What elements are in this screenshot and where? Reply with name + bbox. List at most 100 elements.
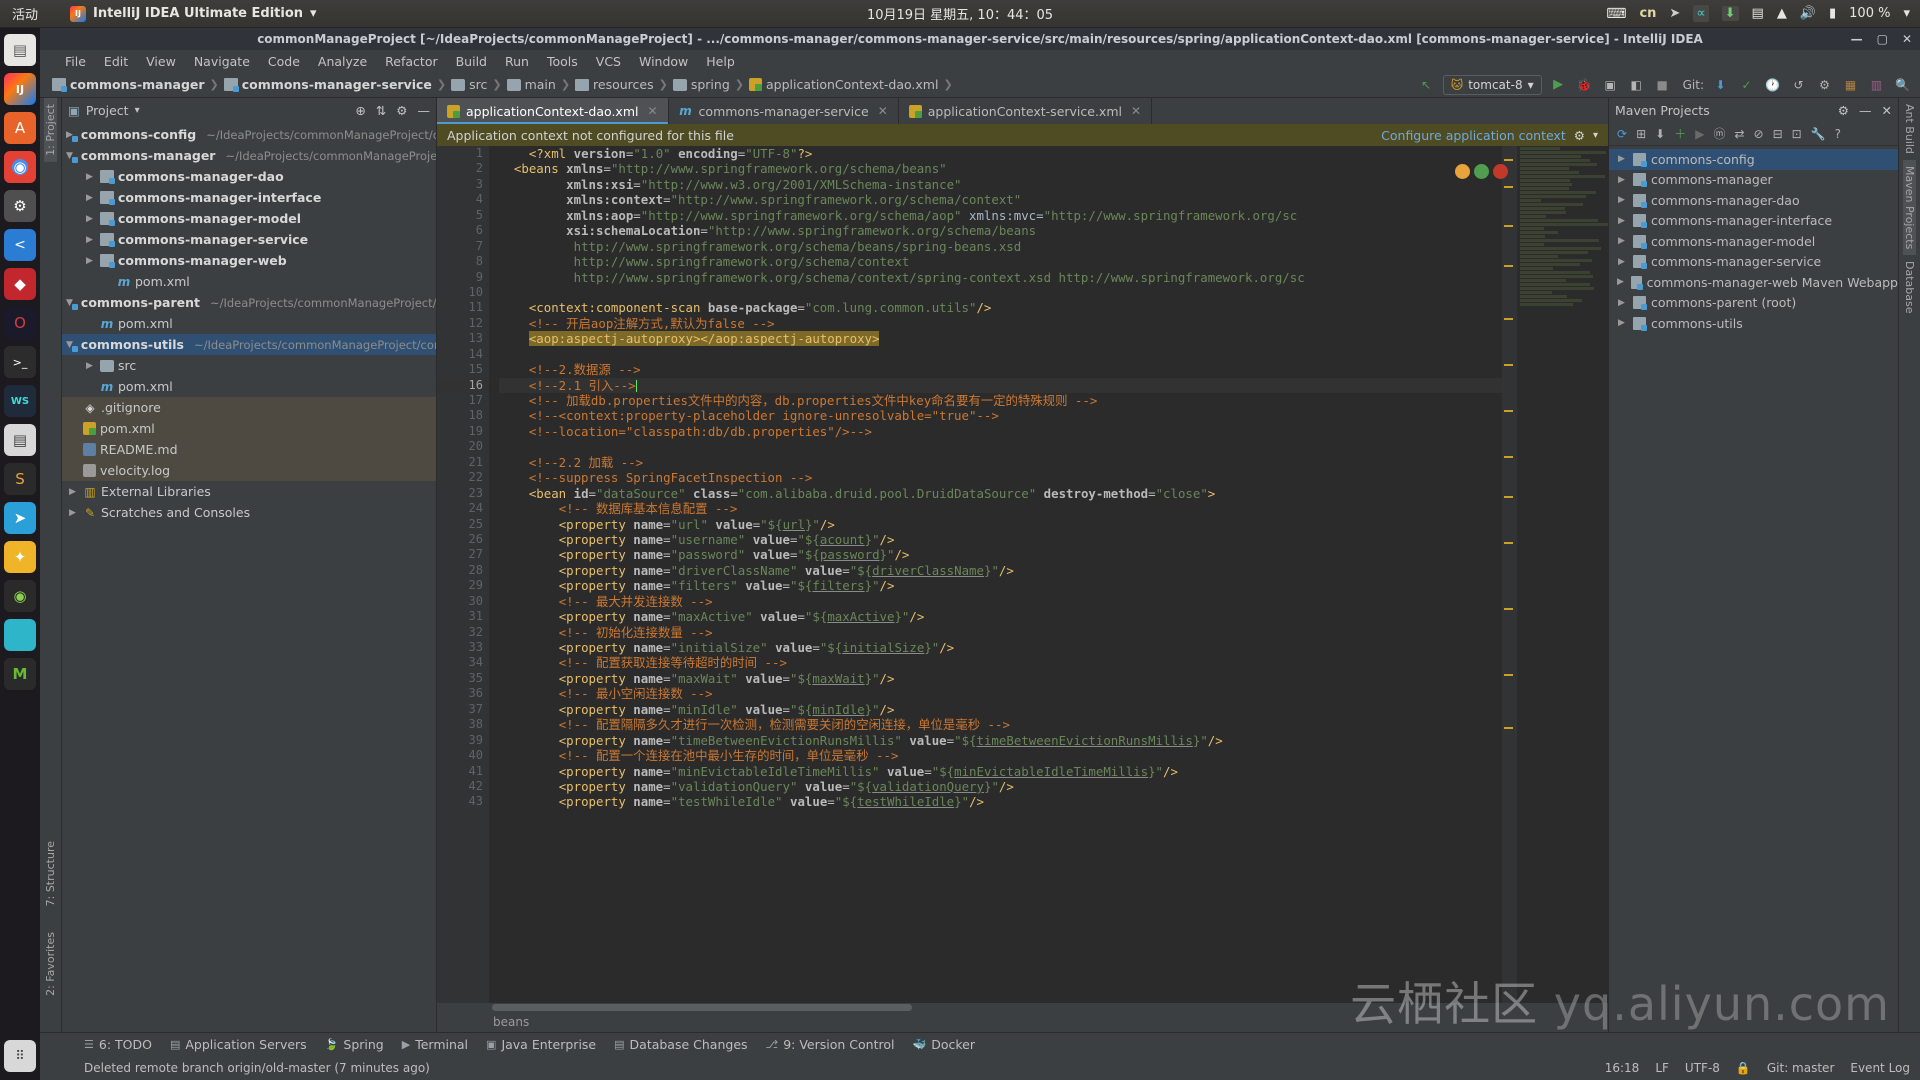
help-icon[interactable]: ? — [1835, 127, 1841, 141]
menu-item-build[interactable]: Build — [447, 52, 496, 71]
error-marker[interactable] — [1504, 608, 1513, 610]
breadcrumb-item-spring[interactable]: spring — [669, 77, 734, 92]
error-marker[interactable] — [1504, 265, 1513, 267]
volume-icon[interactable]: 🔊 — [1800, 6, 1816, 21]
dock-intellij-idea-icon[interactable]: IJ — [4, 73, 36, 105]
reimport-icon[interactable]: ⟳ — [1617, 127, 1627, 141]
toggle-offline-icon[interactable]: ⇄ — [1734, 127, 1744, 141]
menu-item-run[interactable]: Run — [496, 52, 538, 71]
tool-window-button-spring[interactable]: 🍃 Spring — [325, 1037, 384, 1052]
error-marker[interactable] — [1504, 186, 1513, 188]
tree-node[interactable]: ▶ commons-manager-dao — [62, 166, 436, 187]
tool-window-button-docker[interactable]: 🐳 Docker — [912, 1037, 974, 1052]
maven-tree-node[interactable]: ▶ commons-manager-dao — [1609, 190, 1898, 211]
dock-pycharm-icon[interactable]: ◉ — [4, 580, 36, 612]
menu-item-vcs[interactable]: VCS — [587, 52, 630, 71]
chevron-right-icon[interactable]: ▶ — [1615, 257, 1628, 267]
keyboard-icon[interactable]: ⌨ — [1606, 6, 1626, 22]
error-marker[interactable] — [1504, 456, 1513, 458]
dock-database-icon[interactable]: ◆ — [4, 268, 36, 300]
error-marker[interactable] — [1504, 225, 1513, 227]
tool-window-button-application-servers[interactable]: ▤ Application Servers — [170, 1037, 307, 1052]
stop-icon[interactable]: ■ — [1653, 75, 1672, 94]
tree-node[interactable]: README.md — [62, 439, 436, 460]
active-app-menu[interactable]: IntelliJ IDEA Ultimate Edition ▾ — [70, 6, 317, 22]
chevron-down-icon[interactable]: ▾ — [310, 6, 317, 21]
tree-node[interactable]: ▶ ▥ External Libraries — [62, 481, 436, 502]
settings-icon[interactable]: ⚙ — [396, 103, 407, 118]
chevron-right-icon[interactable]: ▶ — [1615, 154, 1628, 164]
sdk-icon[interactable]: ▥ — [1867, 75, 1886, 94]
search-everywhere-icon[interactable]: 🔍 — [1893, 75, 1912, 94]
chevron-right-icon[interactable]: ▶ — [83, 256, 96, 266]
settings-icon[interactable]: ⚙ — [1838, 103, 1849, 118]
execute-goal-icon[interactable]: ⓜ — [1713, 125, 1725, 142]
maven-tree-node[interactable]: ▶ commons-manager — [1609, 170, 1898, 191]
run-icon[interactable]: ▶ — [1549, 75, 1568, 94]
maven-tree-node[interactable]: ▶ commons-manager-model — [1609, 231, 1898, 252]
download-sources-icon[interactable]: ⬇ — [1655, 127, 1665, 141]
dock-files-icon[interactable]: ▤ — [4, 34, 36, 66]
dock-telegram-app-icon[interactable]: ➤ — [4, 502, 36, 534]
event-log-button[interactable]: Event Log — [1850, 1061, 1910, 1075]
tree-node[interactable]: ▶ commons-config ~/IdeaProjects/commonMana… — [62, 124, 436, 145]
dock-terminal-icon[interactable]: >_ — [4, 346, 36, 378]
horizontal-scrollbar[interactable] — [437, 1003, 1608, 1012]
tree-node[interactable]: m pom.xml — [62, 376, 436, 397]
warning-dot-icon[interactable] — [1455, 164, 1470, 179]
gear-icon[interactable]: ⚙ — [1574, 128, 1585, 143]
dock-show-apps-icon[interactable]: ⠿ — [4, 1040, 36, 1072]
chevron-down-icon[interactable]: ▾ — [1593, 130, 1598, 141]
configure-application-context-link[interactable]: Configure application context — [1381, 128, 1566, 143]
breadcrumb-item-main[interactable]: main — [503, 77, 560, 92]
system-clock[interactable]: 10月19日 星期五, 10：44：05 — [867, 4, 1053, 23]
tree-node[interactable]: pom.xml — [62, 418, 436, 439]
dock-sublime-icon[interactable]: S — [4, 463, 36, 495]
profile-icon[interactable]: ◧ — [1627, 75, 1646, 94]
chevron-right-icon[interactable]: ▶ — [1615, 195, 1628, 205]
editor-tab-commons-manager-service[interactable]: m commons-manager-service ✕ — [669, 98, 899, 124]
dock-opera-icon[interactable]: O — [4, 307, 36, 339]
tool-window-button-9-version-control[interactable]: ⎇ 9: Version Control — [766, 1037, 895, 1052]
settings-icon[interactable]: 🔧 — [1811, 127, 1826, 141]
close-tab-icon[interactable]: ✕ — [1131, 104, 1141, 118]
collapse-all-icon[interactable]: ⊟ — [1773, 127, 1783, 141]
tree-node[interactable]: ▶ src — [62, 355, 436, 376]
tool-window-button-favorites[interactable]: 2: Favorites — [44, 926, 57, 1002]
wifi-icon[interactable]: ▲ — [1777, 6, 1787, 21]
error-marker[interactable] — [1504, 318, 1513, 320]
breadcrumb-item-commons-manager[interactable]: commons-manager — [48, 77, 209, 92]
maven-tree-node[interactable]: ▶ commons-manager-interface — [1609, 211, 1898, 232]
minimize-button[interactable]: — — [1851, 32, 1863, 46]
tool-window-button-project[interactable]: 1: Project — [44, 98, 57, 162]
tool-window-button-structure[interactable]: 7: Structure — [44, 835, 57, 912]
chevron-right-icon[interactable]: ▶ — [83, 214, 96, 224]
code-editor[interactable]: 1234567891011◍1213141516💡171819202122232… — [437, 146, 1608, 1003]
error-marker[interactable] — [1504, 674, 1513, 676]
activities-button[interactable]: 活动 — [12, 4, 38, 23]
close-icon[interactable]: ✕ — [1882, 103, 1892, 118]
chevron-right-icon[interactable]: ▶ — [83, 172, 96, 182]
editor-tab-applicationcontext-service-xml[interactable]: applicationContext-service.xml ✕ — [899, 98, 1152, 124]
close-tab-icon[interactable]: ✕ — [878, 104, 888, 118]
tree-node[interactable]: ▶ commons-manager-web — [62, 250, 436, 271]
maven-tree-node[interactable]: ▶ commons-parent (root) — [1609, 293, 1898, 314]
dock-mysql-icon[interactable]: M — [4, 658, 36, 690]
tool-window-button-maven-projects[interactable]: Maven Projects — [1903, 160, 1916, 255]
tool-window-button-ant-build[interactable]: Ant Build — [1903, 98, 1916, 160]
tree-node[interactable]: ▶ ✎ Scratches and Consoles — [62, 502, 436, 523]
maven-tree-node[interactable]: ▶ commons-manager-service — [1609, 252, 1898, 273]
menu-item-view[interactable]: View — [137, 52, 185, 71]
maven-tree-node[interactable]: ▶ commons-manager-web Maven Webapp — [1609, 272, 1898, 293]
tool-window-button-java-enterprise[interactable]: ▣ Java Enterprise — [486, 1037, 596, 1052]
chevron-right-icon[interactable]: ▶ — [66, 487, 79, 497]
tree-node[interactable]: ▼ commons-manager ~/IdeaProjects/commonMan… — [62, 145, 436, 166]
dock-keyboard-app-icon[interactable]: ▤ — [4, 424, 36, 456]
error-marker[interactable] — [1504, 410, 1513, 412]
tree-node[interactable]: velocity.log — [62, 460, 436, 481]
chevron-right-icon[interactable]: ▶ — [1615, 175, 1628, 185]
close-button[interactable]: ✕ — [1902, 32, 1912, 46]
onboard-keyboard-icon[interactable]: ▤ — [1752, 6, 1764, 21]
tool-window-button-database[interactable]: Database — [1903, 255, 1916, 320]
chevron-right-icon[interactable]: ▶ — [1615, 236, 1628, 246]
